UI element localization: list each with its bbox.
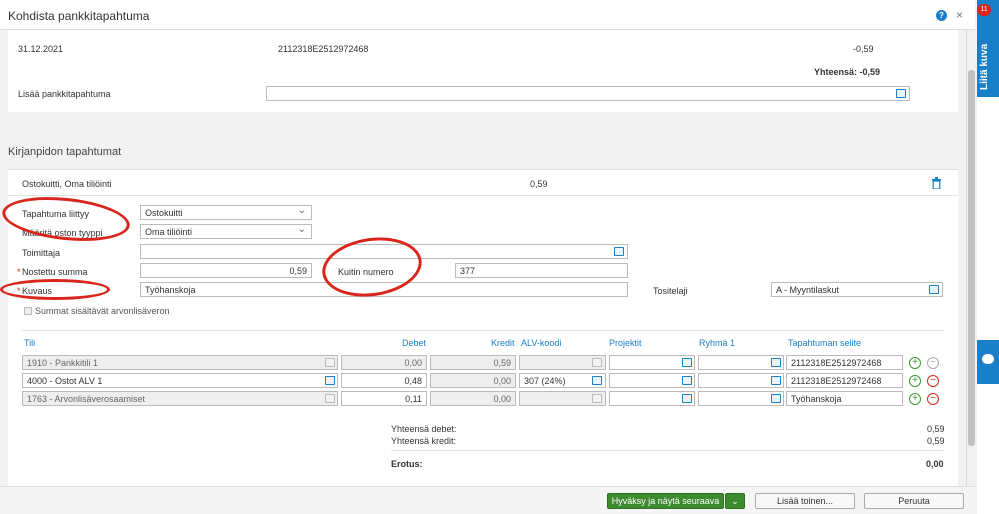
lookup-icon[interactable] (771, 394, 781, 403)
dialog-titlebar: Kohdista pankkitapahtuma ? × (0, 0, 975, 30)
col-header-alv: ALV-koodi (521, 338, 562, 348)
col-header-debet: Debet (402, 338, 427, 348)
bank-reference: 2112318E2512972468 (278, 44, 369, 54)
erotus-label: Erotus: (391, 459, 423, 469)
lookup-icon[interactable] (325, 376, 335, 385)
lookup-icon[interactable] (682, 376, 692, 385)
row2-selite[interactable]: 2112318E2512972468 (786, 373, 903, 388)
required-mark: * (17, 267, 21, 277)
nostettu-label: Nostettu summa (22, 267, 88, 277)
bank-date: 31.12.2021 (18, 44, 64, 54)
erotus-value: 0,00 (926, 459, 944, 469)
close-icon[interactable]: × (956, 8, 963, 22)
add-another-button[interactable]: Lisää toinen... (755, 493, 855, 509)
summat-checkbox[interactable] (24, 307, 32, 315)
side-tab: 11 Liitä kuva (977, 0, 999, 514)
total-debet-label: Yhteensä debet: (391, 424, 457, 434)
approve-next-button[interactable]: Hyväksy ja näytä seuraava (607, 493, 724, 509)
lookup-icon (592, 394, 602, 403)
row3-kredit[interactable]: 0,00 (430, 391, 516, 406)
summat-label: Summat sisältävät arvonlisäveron (35, 306, 170, 316)
tapahtuma-select[interactable]: Ostokuitti (140, 205, 312, 220)
toimittaja-label: Toimittaja (22, 248, 61, 258)
row2-kredit[interactable]: 0,00 (430, 373, 516, 388)
dialog: Kohdista pankkitapahtuma ? × 31.12.2021 … (0, 0, 999, 514)
approve-dropdown-button[interactable]: ⌄ (725, 493, 745, 509)
add-row-icon[interactable]: + (909, 357, 921, 369)
remove-row-icon[interactable]: − (927, 393, 939, 405)
cancel-button[interactable]: Peruuta (864, 493, 964, 509)
divider (22, 330, 944, 331)
lookup-icon (592, 358, 602, 367)
bank-amount: -0,59 (853, 44, 874, 54)
total-kredit-label: Yhteensä kredit: (391, 436, 457, 446)
row3-debet[interactable]: 0,11 (341, 391, 427, 406)
lookup-icon[interactable] (929, 285, 939, 294)
scrollbar[interactable] (966, 30, 976, 486)
entry-summary-label: Ostokuitti, Oma tiliöinti (22, 179, 112, 189)
add-row-icon[interactable]: + (909, 375, 921, 387)
lookup-icon (325, 394, 335, 403)
row3-selite[interactable]: Työhanskoja (786, 391, 903, 406)
lookup-icon (325, 358, 335, 367)
total-kredit-value: 0,59 (927, 436, 945, 446)
row2-tili[interactable]: 4000 - Ostot ALV 1 (22, 373, 338, 388)
add-bank-transaction-input[interactable] (266, 86, 910, 101)
col-header-kredit: Kredit (491, 338, 515, 348)
lookup-icon[interactable] (682, 358, 692, 367)
divider (8, 195, 958, 196)
chat-tab[interactable] (977, 340, 999, 384)
divider (391, 450, 944, 451)
row1-debet[interactable]: 0,00 (341, 355, 427, 370)
annotation-oval (0, 279, 110, 300)
col-header-projektit: Projektit (609, 338, 642, 348)
col-header-ryhma: Ryhmä 1 (699, 338, 736, 348)
row2-debet[interactable]: 0,48 (341, 373, 427, 388)
help-icon[interactable]: ? (936, 10, 947, 21)
row1-kredit[interactable]: 0,59 (430, 355, 516, 370)
col-header-selite: Tapahtuman selite (788, 338, 862, 348)
trash-icon[interactable] (931, 177, 942, 189)
notification-badge: 11 (977, 4, 991, 16)
lookup-icon[interactable] (592, 376, 602, 385)
footer: Hyväksy ja näytä seuraava ⌄ Lisää toinen… (0, 486, 975, 514)
bank-total: Yhteensä: -0,59 (814, 67, 881, 77)
section-title: Kirjanpidon tapahtumat (8, 146, 122, 158)
kuitti-input[interactable]: 377 (455, 263, 628, 278)
add-bank-transaction-label: Lisää pankkitapahtuma (18, 89, 111, 99)
lookup-icon[interactable] (771, 358, 781, 367)
add-row-icon[interactable]: + (909, 393, 921, 405)
total-debet-value: 0,59 (927, 424, 945, 434)
lookup-icon[interactable] (771, 376, 781, 385)
lookup-icon[interactable] (614, 247, 624, 256)
row1-tili[interactable]: 1910 - Pankkitili 1 (22, 355, 338, 370)
scrollbar-thumb[interactable] (968, 70, 975, 446)
entry-summary-amount: 0,59 (530, 179, 548, 189)
chat-icon (982, 354, 994, 364)
dialog-title: Kohdista pankkitapahtuma (8, 9, 150, 23)
tositelaji-input[interactable]: A - Myyntilaskut (771, 282, 943, 297)
col-header-tili: Tili (24, 338, 36, 348)
remove-row-icon: − (927, 357, 939, 369)
nostettu-input[interactable]: 0,59 (140, 263, 312, 278)
attach-image-label[interactable]: Liitä kuva (979, 44, 990, 90)
tositelaji-label: Tositelaji (653, 286, 688, 296)
lookup-icon[interactable] (682, 394, 692, 403)
row3-tili[interactable]: 1763 - Arvonlisäverosaamiset (22, 391, 338, 406)
lookup-icon[interactable] (896, 89, 906, 98)
bank-transaction-panel: 31.12.2021 2112318E2512972468 -0,59 Yhte… (8, 30, 958, 112)
remove-row-icon[interactable]: − (927, 375, 939, 387)
row1-selite[interactable]: 2112318E2512972468 (786, 355, 903, 370)
maarita-select[interactable]: Oma tiliöinti (140, 224, 312, 239)
